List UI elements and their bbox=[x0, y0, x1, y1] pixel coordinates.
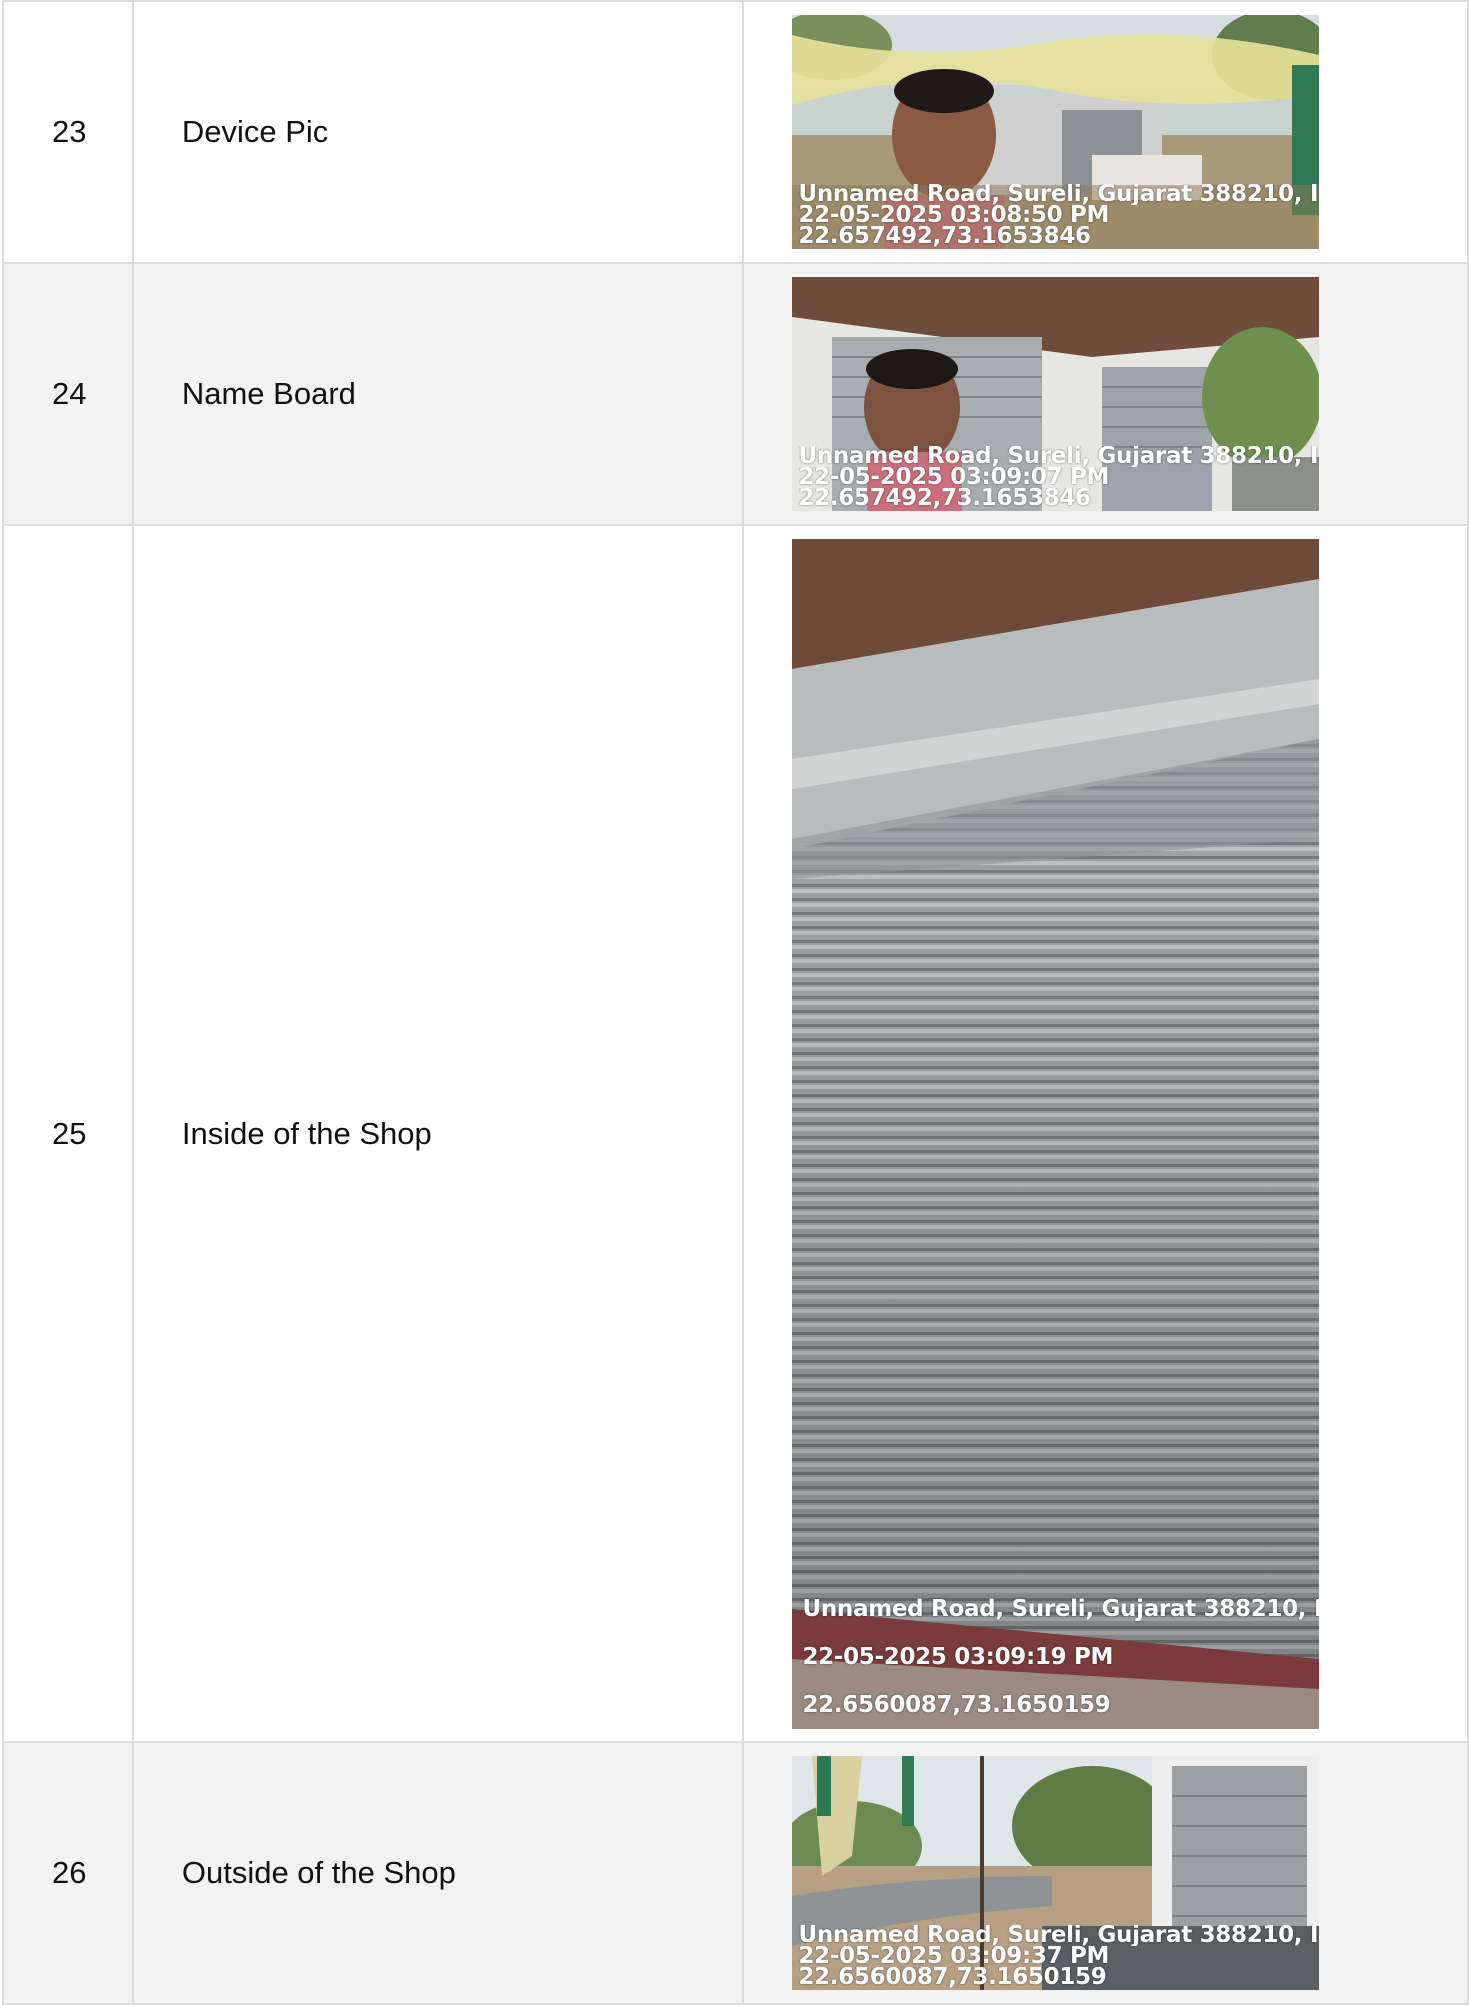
geo-stamp: Unnamed Road, Sureli, Gujarat 388210, In… bbox=[802, 1585, 1319, 1729]
row-number: 25 bbox=[2, 524, 134, 1743]
table-row: 25 Inside of the Shop Unnamed Road, Sure… bbox=[2, 524, 1469, 1743]
stamp-address: Unnamed Road, Sureli, Gujarat 388210, In… bbox=[802, 1595, 1320, 1622]
photo-cell: Unnamed Road, Sureli, Gujarat 388210, In… bbox=[742, 0, 1469, 264]
row-number: 26 bbox=[2, 1741, 134, 2005]
table-row: 23 Device Pic Unnamed Road, Sureli, Guja… bbox=[2, 0, 1469, 264]
stamp-address: Unnamed Road, Sureli, Gujarat 388210, In… bbox=[798, 184, 1320, 205]
name-board-photo[interactable]: Unnamed Road, Sureli, Gujarat 388210, In… bbox=[792, 277, 1320, 511]
table-row: 24 Name Board Unnamed Road, Sureli, Guja… bbox=[2, 262, 1469, 526]
rolling-shutter-image bbox=[792, 538, 1320, 1729]
table-row: 26 Outside of the Shop Unnamed Road, Sur… bbox=[2, 1741, 1469, 2005]
geo-stamp: Unnamed Road, Sureli, Gujarat 388210, In… bbox=[798, 184, 1319, 247]
row-label: Outside of the Shop bbox=[131, 1741, 745, 2005]
photo-cell: Unnamed Road, Sureli, Gujarat 388210, In… bbox=[742, 524, 1469, 1743]
outside-shop-photo[interactable]: Unnamed Road, Sureli, Gujarat 388210, In… bbox=[792, 1756, 1320, 1990]
geo-stamp: Unnamed Road, Sureli, Gujarat 388210, In… bbox=[798, 446, 1319, 509]
geo-tagged-photo-table: 23 Device Pic Unnamed Road, Sureli, Guja… bbox=[2, 0, 1469, 2005]
stamp-datetime: 22-05-2025 03:09:07 PM bbox=[798, 467, 1110, 488]
geo-stamp: Unnamed Road, Sureli, Gujarat 388210, In… bbox=[798, 1925, 1319, 1988]
stamp-coords: 22.657492,73.1653846 bbox=[798, 488, 1091, 509]
stamp-coords: 22.6560087,73.1650159 bbox=[798, 1967, 1107, 1988]
stamp-address: Unnamed Road, Sureli, Gujarat 388210, In… bbox=[798, 446, 1320, 467]
photo-cell: Unnamed Road, Sureli, Gujarat 388210, In… bbox=[742, 1741, 1469, 2005]
row-label: Device Pic bbox=[131, 0, 745, 264]
photo-cell: Unnamed Road, Sureli, Gujarat 388210, In… bbox=[742, 262, 1469, 526]
stamp-datetime: 22-05-2025 03:09:19 PM bbox=[802, 1643, 1114, 1670]
stamp-coords: 22.6560087,73.1650159 bbox=[802, 1691, 1111, 1718]
stamp-coords: 22.657492,73.1653846 bbox=[798, 226, 1091, 247]
inside-shop-photo[interactable]: Unnamed Road, Sureli, Gujarat 388210, In… bbox=[792, 538, 1320, 1729]
stamp-address: Unnamed Road, Sureli, Gujarat 388210, In… bbox=[798, 1925, 1320, 1946]
stamp-datetime: 22-05-2025 03:08:50 PM bbox=[798, 205, 1110, 226]
row-number: 24 bbox=[2, 262, 134, 526]
row-label: Inside of the Shop bbox=[131, 524, 745, 1743]
row-number: 23 bbox=[2, 0, 134, 264]
row-label: Name Board bbox=[131, 262, 745, 526]
device-photo[interactable]: Unnamed Road, Sureli, Gujarat 388210, In… bbox=[792, 15, 1320, 249]
stamp-datetime: 22-05-2025 03:09:37 PM bbox=[798, 1946, 1110, 1967]
